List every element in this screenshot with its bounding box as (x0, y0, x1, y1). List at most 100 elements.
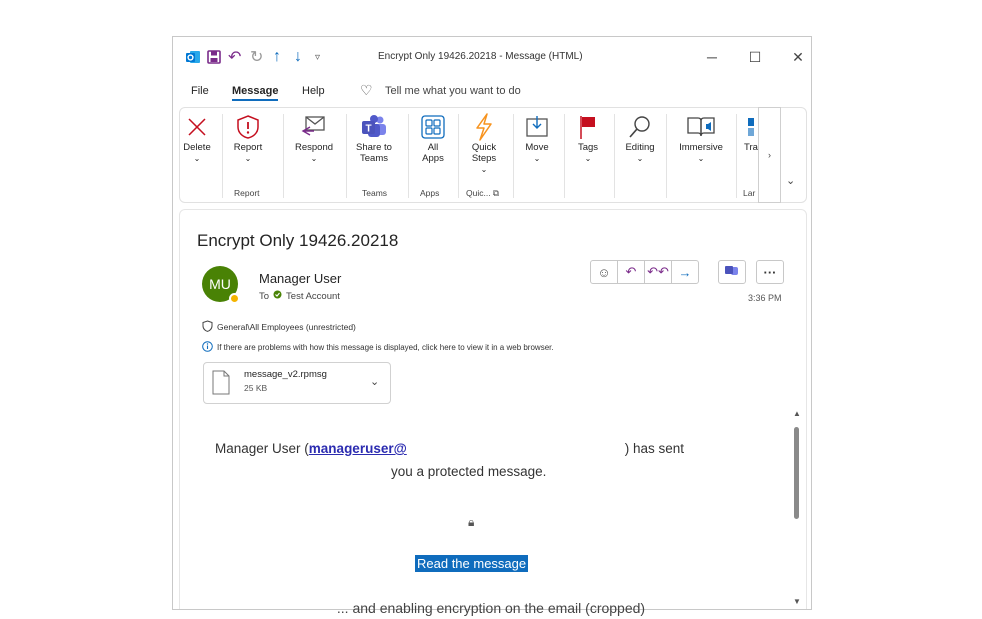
down-arrow-icon[interactable]: ↓ (294, 48, 302, 66)
more-actions-button[interactable]: ··· (757, 261, 783, 283)
menu-file[interactable]: File (191, 85, 209, 97)
teams-icon: T (360, 112, 388, 142)
more-icon: ··· (763, 264, 777, 280)
shield-icon (202, 320, 213, 334)
menu-bar: File Message Help ♡ Tell me what you wan… (173, 81, 811, 103)
reply-icon: ↶ (625, 264, 637, 279)
menu-message[interactable]: Message (232, 85, 279, 101)
ribbon-separator (513, 114, 514, 198)
tell-me-search[interactable]: Tell me what you want to do (385, 85, 521, 97)
presence-away-icon (229, 293, 240, 304)
quick-steps-button[interactable]: Quick Steps ⌄ (464, 112, 504, 175)
editing-button[interactable]: Editing ⌄ (622, 112, 658, 164)
undo-icon[interactable]: ↶ (228, 48, 241, 66)
move-button[interactable]: Move ⌄ (520, 112, 554, 164)
group-apps: Apps (420, 188, 440, 198)
body-prefix: Manager User ( (215, 441, 309, 456)
expand-ribbon-icon[interactable]: ⌄ (786, 174, 795, 187)
customize-toolbar-icon[interactable]: ▿ (315, 48, 320, 66)
sender-email-link[interactable]: manageruser@ (309, 441, 407, 456)
ribbon-separator (564, 114, 565, 198)
group-language: Lar (743, 188, 756, 198)
tags-button[interactable]: Tags ⌄ (574, 112, 602, 164)
ribbon-separator (736, 114, 737, 198)
share-to-teams-button[interactable]: T Share to Teams (352, 112, 396, 164)
figure-caption: ... and enabling encryption on the email… (336, 600, 646, 616)
editing-icon (627, 112, 653, 142)
chevron-right-icon: › (768, 150, 771, 160)
scrollbar-thumb[interactable] (794, 427, 799, 519)
sender-name[interactable]: Manager User (259, 271, 341, 286)
ribbon: Delete ⌄ Report ⌄ Report Respond ⌄ T Share … (179, 107, 807, 203)
ribbon-separator (614, 114, 615, 198)
ribbon-separator (666, 114, 667, 198)
respond-icon (300, 112, 328, 142)
all-apps-label: All Apps (422, 142, 444, 164)
recipients-row: To Test Account (259, 290, 340, 302)
info-bar[interactable]: If there are problems with how this mess… (202, 341, 554, 354)
redo-icon[interactable]: ↻ (250, 48, 263, 66)
delete-label: Delete (183, 142, 211, 153)
group-report: Report (234, 188, 260, 198)
immersive-label: Immersive (679, 142, 723, 153)
reply-button[interactable]: ↶ (618, 261, 645, 283)
emoji-icon: ☺ (597, 264, 611, 280)
up-arrow-icon[interactable]: ↑ (273, 48, 281, 66)
immersive-icon (686, 112, 716, 142)
share-to-teams-quick-button[interactable] (719, 261, 745, 283)
vertical-scrollbar[interactable]: ▲ ▼ (791, 409, 803, 609)
scroll-up-arrow-icon[interactable]: ▲ (793, 409, 801, 418)
report-icon (235, 112, 261, 142)
respond-button[interactable]: Respond ⌄ (290, 112, 338, 164)
emoji-reaction-button[interactable]: ☺ (591, 261, 618, 283)
forward-button[interactable]: → (672, 261, 698, 283)
respond-label: Respond (294, 142, 334, 153)
delete-button[interactable]: Delete ⌄ (182, 112, 212, 164)
info-bar-text: If there are problems with how this mess… (217, 343, 554, 352)
file-icon (212, 370, 230, 400)
attachment-card[interactable]: message_v2.rpmsg 25 KB ⌄ (203, 362, 391, 404)
close-button[interactable]: ✕ (787, 47, 809, 67)
outlook-icon (185, 48, 201, 66)
outlook-message-window: ↶ ↻ ↑ ↓ ▿ Encrypt Only 19426.20218 - Mes… (172, 36, 812, 610)
group-teams: Teams (362, 188, 388, 198)
teams-action-box (718, 260, 746, 284)
reply-all-button[interactable]: ↶↶ (645, 261, 672, 283)
report-button[interactable]: Report ⌄ (228, 112, 268, 164)
received-time: 3:36 PM (748, 293, 782, 303)
ribbon-scroll-right-button[interactable]: › (758, 107, 781, 203)
maximize-button[interactable]: ☐ (744, 47, 766, 67)
apps-icon (420, 112, 446, 142)
message-subject: Encrypt Only 19426.20218 (197, 231, 399, 250)
tags-icon (577, 112, 599, 142)
reply-all-icon: ↶↶ (647, 264, 669, 279)
sensitivity-text: General\All Employees (unrestricted) (217, 322, 356, 332)
save-icon[interactable] (207, 48, 221, 66)
presence-available-icon (273, 290, 282, 302)
body-line2: you a protected message. (391, 464, 547, 479)
editing-label: Editing (625, 142, 655, 153)
lock-icon: 🔒︎ (468, 515, 475, 529)
more-actions-box: ··· (756, 260, 784, 284)
quick-steps-icon (472, 112, 496, 142)
to-label: To (259, 290, 270, 302)
ribbon-separator (283, 114, 284, 198)
all-apps-button[interactable]: All Apps (418, 112, 448, 164)
body-paragraph: Manager User (manageruser@) has sent (215, 441, 684, 456)
delete-icon (185, 112, 209, 142)
avatar-initials: MU (209, 276, 231, 292)
avatar[interactable]: MU (202, 266, 240, 304)
ribbon-separator (222, 114, 223, 198)
move-icon (524, 112, 550, 142)
immersive-button[interactable]: Immersive ⌄ (674, 112, 728, 164)
recipient-name[interactable]: Test Account (286, 291, 340, 302)
forward-arrow-icon: → (678, 264, 692, 280)
title-bar: ↶ ↻ ↑ ↓ ▿ Encrypt Only 19426.20218 - Mes… (173, 37, 811, 77)
quick-steps-label: Quick Steps (471, 142, 497, 164)
read-message-link[interactable]: Read the message (415, 555, 529, 572)
chevron-down-icon[interactable]: ⌄ (370, 375, 379, 388)
sensitivity-label[interactable]: General\All Employees (unrestricted) (202, 320, 356, 334)
menu-help[interactable]: Help (302, 85, 325, 97)
reading-pane (179, 209, 807, 609)
minimize-button[interactable]: ─ (701, 47, 723, 67)
